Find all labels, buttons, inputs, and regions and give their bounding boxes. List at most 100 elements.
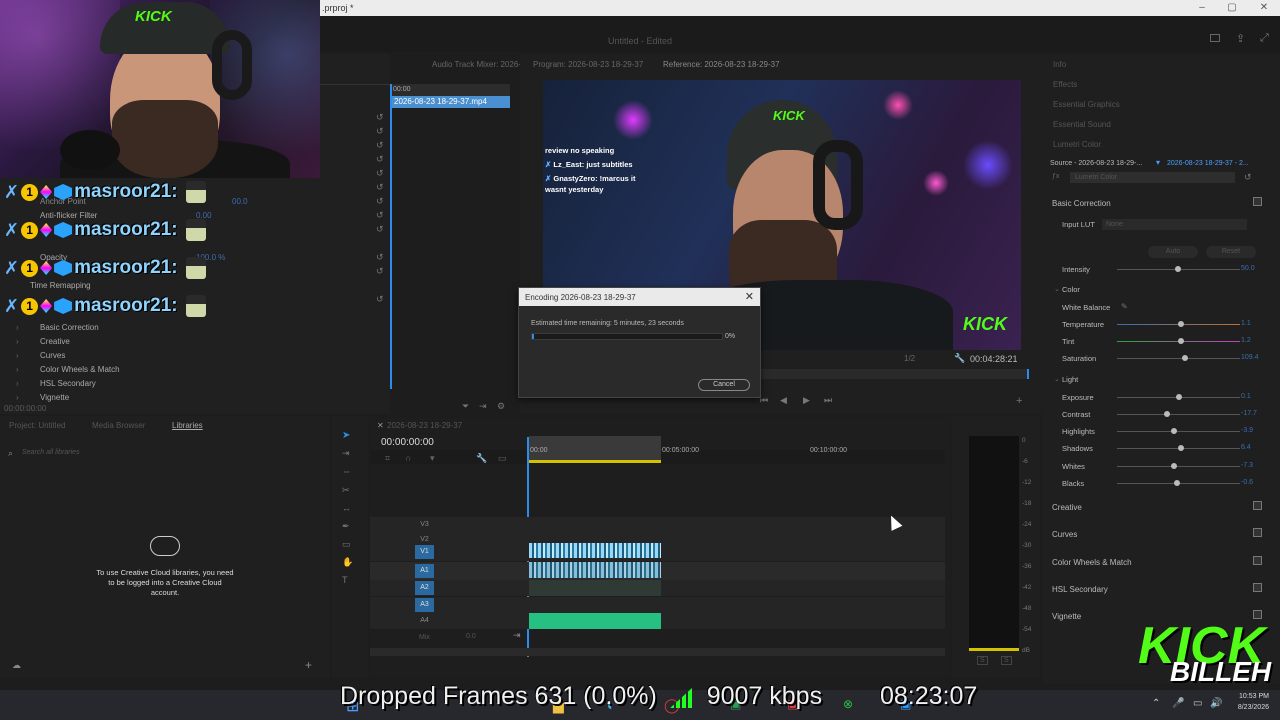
track-label-v3[interactable]: V3 (415, 518, 434, 532)
mic-tray-icon[interactable]: 🎤 (1172, 698, 1184, 709)
reset-icon[interactable]: ↺ (376, 126, 384, 137)
pen-tool-icon[interactable]: ✒ (342, 521, 350, 532)
tab-project[interactable]: Project: Untitled (9, 421, 65, 430)
lumetri-row-value[interactable]: 6.4 (1241, 444, 1251, 451)
color-wheels-item[interactable]: Color Wheels & Match (40, 365, 120, 374)
video-clip[interactable] (529, 543, 661, 558)
lumetri-source[interactable]: Source - 2026-08-23 18-29-... (1050, 160, 1142, 167)
anchor-point-value[interactable]: 00.0 (232, 197, 248, 206)
slip-tool-icon[interactable]: ↔ (342, 503, 351, 513)
rectangle-tool-icon[interactable]: ▭ (342, 539, 351, 550)
lumetri-row-value[interactable]: -3.9 (1241, 427, 1253, 434)
creative-header[interactable]: Creative (1052, 503, 1082, 512)
clock-date[interactable]: 8/23/2026 (1229, 704, 1269, 711)
lumetri-dropdown-icon[interactable]: ▾ (1156, 158, 1160, 167)
lumetri-row-slider[interactable] (1117, 480, 1240, 486)
wrench-icon[interactable]: 🔧 (476, 453, 487, 464)
track-label-a1[interactable]: A1 (415, 564, 434, 578)
playhead-line[interactable] (390, 84, 392, 389)
track-select-icon[interactable]: ⇥ (342, 448, 350, 459)
cloud-icon[interactable]: ☁ (12, 660, 21, 671)
lumetri-row-value[interactable]: -0.6 (1241, 479, 1253, 486)
reset-icon[interactable]: ↺ (376, 252, 384, 263)
slider-knob[interactable] (1177, 321, 1184, 327)
workspace-icon[interactable] (1210, 34, 1220, 42)
ripple-edit-icon[interactable]: ⇔ (342, 466, 351, 476)
tab-libraries[interactable]: Libraries (172, 421, 203, 430)
slider-knob[interactable] (1177, 338, 1184, 344)
reset-icon[interactable]: ↺ (1244, 172, 1252, 183)
reset-icon[interactable]: ↺ (376, 140, 384, 151)
track-label-a3[interactable]: A3 (415, 598, 434, 612)
dialog-close-icon[interactable]: ✕ (745, 290, 754, 303)
curves-header[interactable]: Curves (1052, 530, 1077, 539)
intensity-value[interactable]: 50.0 (1241, 265, 1255, 272)
track-a3[interactable] (370, 597, 945, 613)
slider-knob[interactable] (1181, 355, 1188, 361)
reset-icon[interactable]: ↺ (376, 294, 384, 305)
snap-icon[interactable]: ⌗ (385, 453, 390, 464)
volume-icon[interactable]: 🔊 (1210, 698, 1222, 709)
light-subheader[interactable]: Light (1062, 375, 1078, 384)
basic-correction-item[interactable]: Basic Correction (40, 323, 99, 332)
timeline-timecode[interactable]: 00:00:00:00 (381, 437, 434, 448)
creative-checkbox[interactable] (1253, 501, 1262, 510)
collapse-arrow-icon[interactable]: ⌄ (1054, 375, 1060, 383)
input-lut-select[interactable]: None (1102, 219, 1247, 230)
hsl-secondary-header[interactable]: HSL Secondary (1052, 585, 1108, 594)
lumetri-row-slider[interactable] (1117, 321, 1240, 327)
frame-back-icon[interactable]: ◀ (780, 395, 787, 406)
lumetri-row-slider[interactable] (1117, 411, 1240, 417)
wrench-icon[interactable]: 🔧 (954, 353, 965, 364)
track-label-mix[interactable]: Mix (415, 631, 434, 645)
reset-icon[interactable]: ↺ (376, 210, 384, 221)
expand-arrow-icon[interactable]: › (16, 365, 19, 374)
tab-info[interactable]: Info (1053, 60, 1066, 69)
lumetri-row-value[interactable]: -17.7 (1241, 410, 1257, 417)
lumetri-row-slider[interactable] (1117, 445, 1240, 451)
reset-button[interactable]: Reset (1206, 246, 1256, 258)
type-tool-icon[interactable]: T (342, 575, 348, 585)
hsl-secondary-item[interactable]: HSL Secondary (40, 379, 96, 388)
solo-left-button[interactable]: S (977, 656, 988, 665)
tab-reference[interactable]: Reference: 2026-08-23 18-29-37 (663, 60, 780, 69)
cancel-button[interactable]: Cancel (698, 379, 750, 391)
intensity-slider[interactable] (1117, 266, 1240, 272)
tray-overflow-icon[interactable]: ⌃ (1152, 698, 1160, 709)
work-area-bar[interactable] (529, 436, 661, 462)
share-icon[interactable]: ⇪ (1236, 32, 1245, 45)
mix-level[interactable]: 0.0 (466, 633, 476, 640)
audio-clip-a1[interactable] (529, 562, 661, 578)
reset-icon[interactable]: ↺ (376, 182, 384, 193)
audio-clip-a4[interactable] (529, 613, 661, 629)
effect-controls-ruler[interactable]: 00:00 (391, 84, 510, 96)
eyedropper-icon[interactable]: ✎ (1121, 302, 1128, 311)
tab-essential-graphics[interactable]: Essential Graphics (1053, 100, 1120, 109)
clip-bar[interactable]: 2026-08-23 18-29-37.mp4 (391, 96, 510, 108)
lumetri-row-slider[interactable] (1117, 355, 1240, 361)
close-sequence-icon[interactable]: ✕ (377, 421, 384, 430)
auto-button[interactable]: Auto (1148, 246, 1198, 258)
expand-arrow-icon[interactable]: › (16, 351, 19, 360)
hand-tool-icon[interactable]: ✋ (342, 557, 353, 568)
step-back-icon[interactable]: ⏮ (760, 395, 768, 406)
collapse-arrow-icon[interactable]: ⌄ (1054, 285, 1060, 293)
reset-icon[interactable]: ↺ (376, 266, 384, 277)
filter-icon[interactable]: ⏷ (462, 401, 469, 412)
fullscreen-icon[interactable]: ⤢ (1260, 32, 1269, 45)
audio-clip-a2[interactable] (529, 580, 661, 596)
maximize-icon[interactable]: ▢ (1226, 2, 1238, 14)
sequence-tab[interactable]: 2026-08-23 18-29-37 (387, 421, 462, 430)
reset-icon[interactable]: ↺ (376, 224, 384, 235)
basic-correction-checkbox[interactable] (1253, 197, 1262, 206)
expand-arrow-icon[interactable]: › (16, 379, 19, 388)
tab-lumetri-color[interactable]: Lumetri Color (1053, 140, 1101, 149)
selection-tool-icon[interactable]: ➤ (342, 430, 350, 441)
time-remapping-label[interactable]: Time Remapping (30, 281, 91, 290)
tab-essential-sound[interactable]: Essential Sound (1053, 120, 1111, 129)
track-v3[interactable] (370, 517, 945, 533)
expand-arrow-icon[interactable]: › (16, 393, 19, 402)
close-icon[interactable]: ✕ (1258, 2, 1270, 14)
track-label-a4[interactable]: A4 (415, 614, 434, 628)
lumetri-row-value[interactable]: 109.4 (1241, 354, 1259, 361)
